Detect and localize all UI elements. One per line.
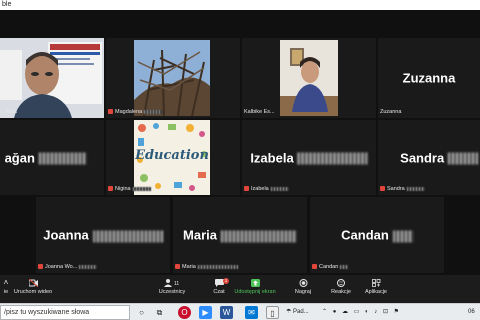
share-screen-icon [250,279,260,287]
apps-button[interactable]: Aplikacje [360,277,392,302]
video-tile-joanna[interactable]: Joanna Joanna Wo... [36,197,170,273]
svg-text:11: 11 [174,281,179,287]
muted-mic-icon [175,264,180,269]
video-tile-cagan[interactable]: ağan [0,120,104,195]
video-camera-icon [28,278,38,288]
tile-label: Magdalena [108,109,163,116]
start-video-button[interactable]: Uruchom wideo [12,277,54,302]
zoom-app-icon[interactable]: ▶ [199,306,212,319]
video-tile-presenter[interactable]: ...frica [0,38,104,118]
participant-name: Izabela [250,150,368,165]
muted-mic-icon [244,186,249,191]
reactions-button[interactable]: Reakcje [326,277,356,302]
participants-button[interactable]: 11 Uczestnicy [154,277,190,302]
gallery-view: ...frica Magdalena Kalbike Es... Zuzanna… [0,10,480,275]
mail-app-icon[interactable]: ✉ [245,306,258,319]
window-title: ble [2,1,12,8]
tile-label: Nigina [108,186,151,193]
kalbike-video [280,40,338,116]
file-explorer-icon[interactable]: ▯ [266,306,279,319]
tile-label: Kalbike Es... [244,109,275,115]
muted-mic-icon [108,109,113,114]
task-view-icon[interactable]: ⧉ [153,306,166,319]
tile-label: Sandra [380,186,425,193]
participant-name: Maria [183,228,297,243]
tile-label: Candan [312,264,349,271]
zoom-meeting-window: ble ...frica Magdalena Kalbike Es... Zuz… [0,0,480,320]
weather-widget[interactable]: ☂ Pad... [286,306,309,319]
muted-mic-icon [312,264,317,269]
apps-icon [371,279,381,287]
muted-mic-icon [380,186,385,191]
video-tile-sandra[interactable]: Sandra Sandra [378,120,480,195]
tile-label: Joanna Wo... [38,264,98,271]
participant-name: Joanna [43,228,163,243]
audio-button[interactable]: ˄ ie [0,277,12,302]
muted-mic-icon [38,264,43,269]
windows-taskbar: /pisz tu wyszukiwane słowa ○ ⧉ O ▶ W ✉ ▯… [0,303,480,320]
muted-mic-icon [108,186,113,191]
education-image: Education [134,120,210,195]
record-button[interactable]: Nagraj [288,277,318,302]
record-icon [299,279,308,287]
title-bar: ble [0,0,480,10]
emoji-plus-icon [336,279,346,287]
video-tile-zuzanna[interactable]: Zuzanna Zuzanna [378,38,480,118]
clock[interactable]: 06 [468,306,475,319]
video-tile-maria[interactable]: Maria Maria [173,197,307,273]
opera-browser-icon[interactable]: O [178,306,191,319]
presenter-video [0,38,104,118]
word-app-icon[interactable]: W [220,306,233,319]
video-tile-kalbike[interactable]: Kalbike Es... [242,38,376,118]
meeting-toolbar: ˄ ie Uruchom wideo 11 Uczestnicy 1 Czat [0,275,480,303]
magdalena-video [134,40,210,117]
tile-label: Zuzanna [380,109,402,115]
participant-name: Zuzanna [402,70,456,86]
video-tile-magdalena[interactable]: Magdalena [106,38,240,118]
tile-label: Maria [175,264,238,271]
participant-name: ağan [5,150,87,165]
participant-name: Sandra [400,150,479,165]
taskbar-search-input[interactable]: /pisz tu wyszukiwane słowa [0,305,130,320]
participants-icon: 11 [164,279,180,287]
search-icon[interactable]: ○ [135,306,148,319]
video-tile-izabela[interactable]: Izabela Izabela [242,120,376,195]
tile-label: Izabela [244,186,289,193]
education-text: Education [135,148,209,163]
video-tile-candan[interactable]: Candan Candan [310,197,444,273]
system-tray-icons[interactable]: ⌃ ● ☁ ▭ ◐ ♪ ⊡ ⚑ [322,306,401,319]
video-tile-nigina[interactable]: Education Nigina [106,120,240,195]
chevron-up-icon: ˄ [3,278,9,287]
participant-name: Candan [341,228,413,243]
share-screen-button[interactable]: Udostępnij ekran [226,277,284,302]
tile-label: ...frica [2,109,17,115]
